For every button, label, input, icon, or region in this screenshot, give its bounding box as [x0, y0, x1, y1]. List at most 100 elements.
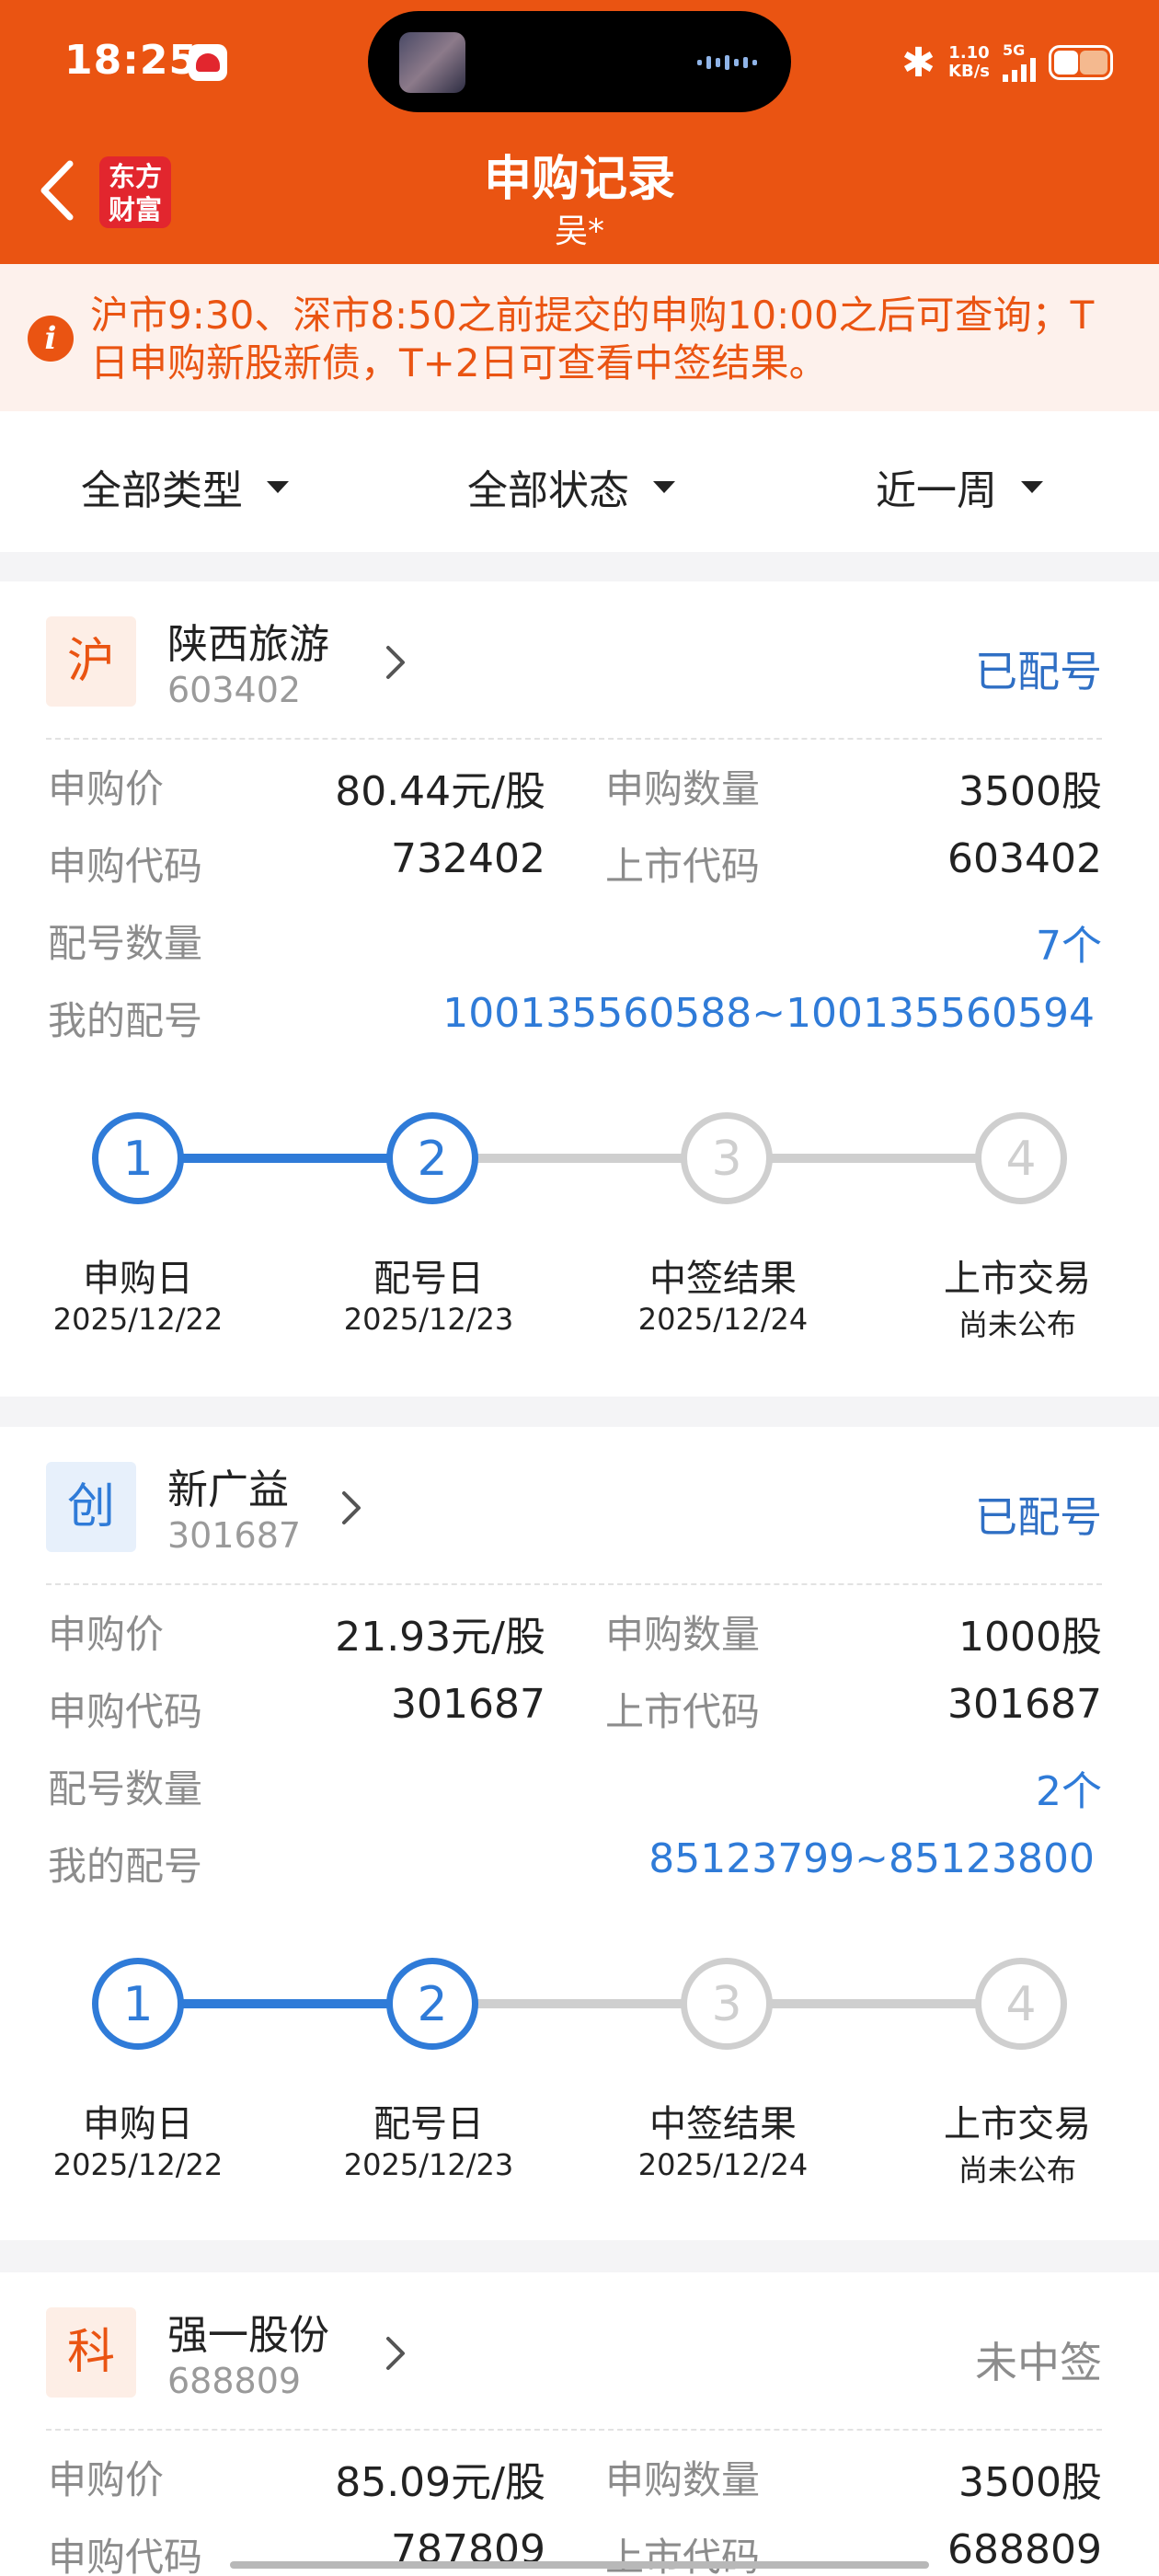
- dynamic-island[interactable]: [368, 11, 791, 112]
- divider: [46, 1583, 1102, 1585]
- list-code-value: 301687: [947, 1681, 1102, 1728]
- step-date: 2025/12/23: [343, 2147, 514, 2182]
- step-circle: 1: [92, 1958, 184, 2050]
- list-code-value: 688809: [947, 2526, 1102, 2573]
- notice-text: 沪市9:30、深市8:50之前提交的申购10:00之后可查询；T日申购新股新债，…: [90, 293, 1095, 385]
- step-circle: 2: [386, 1112, 478, 1204]
- subscription-card: 沪 陕西旅游 603402 已配号 申购价 80.44元/股 申购数量 3500…: [0, 581, 1159, 1397]
- home-indicator[interactable]: [230, 2561, 929, 2569]
- filter-status-dropdown[interactable]: 全部状态: [467, 457, 675, 516]
- signal-bars-icon: [1003, 58, 1036, 82]
- sub-code-value: 732402: [391, 835, 545, 882]
- chevron-right-icon[interactable]: [340, 1489, 362, 1526]
- status-badge: 已配号: [975, 1492, 1102, 1542]
- my-alloc-value: 85123799~85123800: [648, 1835, 1095, 1882]
- chevron-right-icon[interactable]: [384, 2335, 407, 2372]
- step-circle: 1: [92, 1112, 184, 1204]
- price-value: 85.09元/股: [335, 2459, 545, 2506]
- price-value: 21.93元/股: [335, 1614, 545, 1661]
- step-label: 申购日: [83, 2103, 193, 2145]
- step-label: 申购日: [83, 1258, 193, 1300]
- price-label: 申购价: [48, 1612, 165, 1657]
- battery-icon: [1049, 45, 1113, 80]
- subscription-card: 创 新广益 301687 已配号 申购价 21.93元/股 申购数量 1000股…: [0, 1427, 1159, 2240]
- my-alloc-label: 我的配号: [48, 1844, 203, 1889]
- step-label: 配号日: [373, 1258, 484, 1300]
- audio-wave-icon: [697, 55, 757, 70]
- step-label: 配号日: [373, 2103, 484, 2145]
- stock-name: 新广益: [167, 1466, 289, 1513]
- market-badge: 创: [46, 1462, 136, 1552]
- caret-down-icon: [1021, 480, 1043, 493]
- step-label: 中签结果: [649, 2103, 797, 2145]
- filter-type-label: 全部类型: [81, 467, 243, 514]
- app-header: 18:25 ✱ 1.10 KB/s 5G 东方 财富 申购记录 吴*: [0, 0, 1159, 264]
- quantity-value: 3500股: [958, 2459, 1102, 2506]
- step-date: 2025/12/24: [637, 2147, 809, 2182]
- network-speed: 1.10 KB/s: [948, 44, 990, 81]
- stock-code: 688809: [167, 2361, 302, 2401]
- battery-fill: [1054, 51, 1078, 75]
- progress-steps: 1 2 3 4 申购日 配号日 中签结果 上市交易 2025/12/22 202…: [0, 1958, 1159, 2197]
- step-circle: 3: [681, 1112, 773, 1204]
- chevron-right-icon[interactable]: [384, 644, 407, 681]
- alloc-count-label: 配号数量: [48, 1766, 203, 1811]
- list-code-label: 上市代码: [605, 1689, 761, 1734]
- caret-down-icon: [653, 480, 675, 493]
- sub-code-label: 申购代码: [48, 2535, 203, 2576]
- sub-code-label: 申购代码: [48, 1689, 203, 1734]
- media-thumbnail: [399, 32, 465, 93]
- network-speed-value: 1.10: [948, 43, 990, 63]
- card-header[interactable]: 科 强一股份 688809 未中签: [0, 2272, 1159, 2431]
- step-date: 2025/12/24: [637, 1302, 809, 1337]
- market-badge: 科: [46, 2307, 136, 2398]
- step-label: 中签结果: [649, 1258, 797, 1300]
- notification-app-icon: [189, 44, 227, 81]
- step-circle: 2: [386, 1958, 478, 2050]
- page-title: 申购记录: [483, 152, 675, 207]
- status-time: 18:25: [64, 37, 199, 84]
- network-speed-unit: KB/s: [948, 62, 990, 81]
- quantity-label: 申购数量: [605, 2457, 761, 2502]
- signal-indicator: 5G: [1003, 43, 1036, 82]
- step-date: 2025/12/22: [52, 1302, 224, 1337]
- sub-code-value: 301687: [391, 1681, 545, 1728]
- my-alloc-value: 100135560588~100135560594: [442, 990, 1095, 1037]
- filter-status-label: 全部状态: [467, 467, 629, 514]
- my-alloc-label: 我的配号: [48, 998, 203, 1043]
- quantity-label: 申购数量: [605, 766, 761, 811]
- account-name: 吴*: [554, 213, 604, 250]
- quantity-value: 1000股: [958, 1614, 1102, 1661]
- list-code-label: 上市代码: [605, 844, 761, 889]
- card-header[interactable]: 创 新广益 301687 已配号: [0, 1427, 1159, 1585]
- alloc-count-label: 配号数量: [48, 921, 203, 966]
- stock-name: 强一股份: [167, 2312, 329, 2359]
- filter-type-dropdown[interactable]: 全部类型: [81, 457, 289, 516]
- signal-type: 5G: [1003, 41, 1026, 59]
- step-circle: 3: [681, 1958, 773, 2050]
- step-date: 2025/12/23: [343, 1302, 514, 1337]
- filter-bar: 全部类型 全部状态 近一周: [0, 411, 1159, 552]
- alloc-count-value: 7个: [1036, 923, 1102, 970]
- quantity-label: 申购数量: [605, 1612, 761, 1657]
- stock-name: 陕西旅游: [167, 621, 329, 668]
- step-date: 尚未公布: [958, 1307, 1076, 1342]
- step-date: 尚未公布: [958, 2153, 1076, 2188]
- notice-banner: i 沪市9:30、深市8:50之前提交的申购10:00之后可查询；T日申购新股新…: [0, 264, 1159, 411]
- step-circle: 4: [975, 1958, 1067, 2050]
- step-label: 上市交易: [944, 1258, 1091, 1300]
- sub-code-label: 申购代码: [48, 844, 203, 889]
- card-header[interactable]: 沪 陕西旅游 603402 已配号: [0, 581, 1159, 740]
- divider: [46, 738, 1102, 740]
- divider: [46, 2429, 1102, 2431]
- filter-period-label: 近一周: [876, 467, 997, 514]
- bluetooth-icon: ✱: [901, 39, 936, 86]
- step-circle: 4: [975, 1112, 1067, 1204]
- price-label: 申购价: [48, 2457, 165, 2502]
- status-indicators: ✱ 1.10 KB/s 5G: [901, 37, 1113, 88]
- list-code-value: 603402: [947, 835, 1102, 882]
- filter-period-dropdown[interactable]: 近一周: [876, 457, 1043, 516]
- progress-steps: 1 2 3 4 申购日 配号日 中签结果 上市交易 2025/12/22 202…: [0, 1112, 1159, 1351]
- price-value: 80.44元/股: [335, 768, 545, 815]
- market-badge: 沪: [46, 616, 136, 707]
